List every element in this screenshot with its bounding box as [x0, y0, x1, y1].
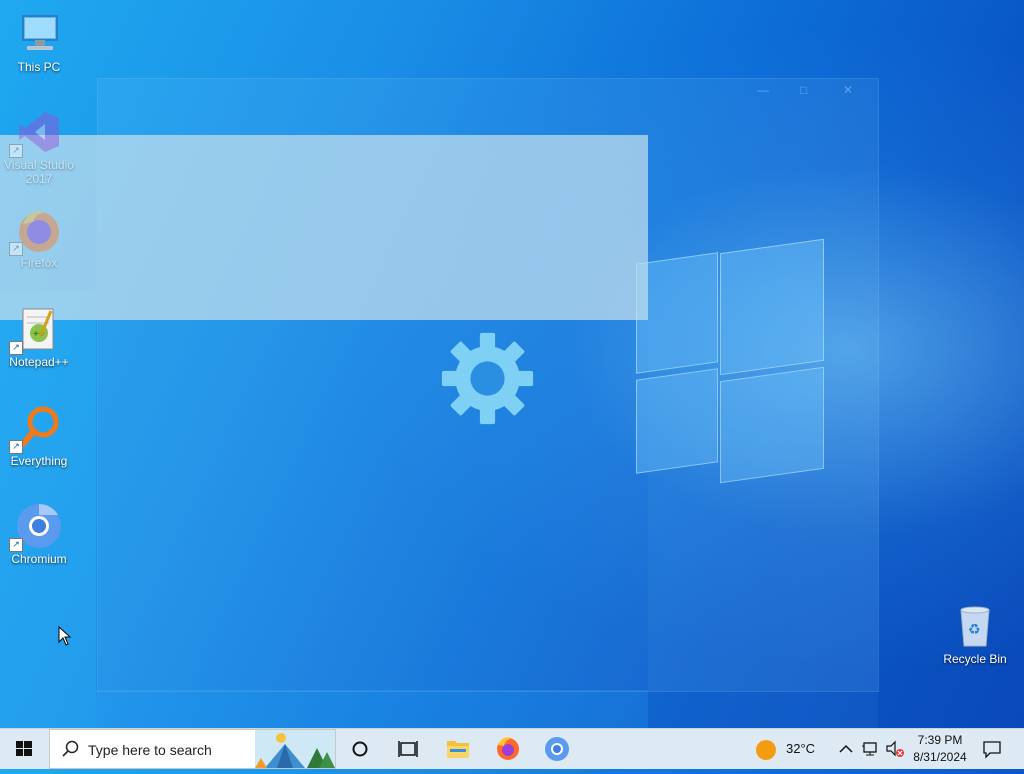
chevron-up-icon[interactable] — [838, 741, 854, 757]
taskbar-search-box[interactable]: Type here to search — [49, 729, 336, 769]
firefox-taskbar-button[interactable] — [484, 729, 532, 769]
desktop-icon-firefox[interactable]: ↗ Firefox — [1, 206, 77, 270]
chromium-icon — [545, 737, 569, 761]
weather-sun-icon[interactable] — [755, 739, 777, 761]
file-explorer-button[interactable] — [434, 729, 482, 769]
search-icon — [62, 740, 79, 757]
weather-temperature[interactable]: 32°C — [786, 741, 815, 756]
this-pc-icon — [22, 15, 58, 50]
shortcut-arrow-icon: ↗ — [9, 144, 23, 158]
file-explorer-icon — [447, 741, 469, 758]
windows-start-icon — [16, 741, 32, 756]
desktop-icon-label: This PC — [17, 60, 61, 74]
desktop-icon-recycle-bin[interactable]: ♻ Recycle Bin — [937, 602, 1013, 666]
task-view-button[interactable] — [384, 729, 432, 769]
start-button[interactable] — [0, 729, 48, 769]
settings-gear-icon — [441, 332, 534, 425]
mouse-cursor-icon — [58, 626, 72, 646]
desktop-icon-label: Chromium — [11, 552, 67, 566]
task-view-icon — [398, 741, 418, 757]
desktop-icon-chromium[interactable]: ↗ Chromium — [1, 502, 77, 566]
search-highlight-camping-icon — [255, 730, 335, 768]
clock-time: 7:39 PM — [917, 733, 963, 747]
cortana-button[interactable] — [336, 729, 384, 769]
ghost-overlay-bottom — [96, 690, 648, 728]
ghost-window-controls: — □ ✕ — [757, 83, 854, 97]
shortcut-arrow-icon: ↗ — [9, 538, 23, 552]
shortcut-arrow-icon: ↗ — [9, 242, 23, 256]
cortana-icon — [352, 741, 368, 757]
shortcut-arrow-icon: ↗ — [9, 341, 23, 355]
desktop-icon-notepadpp[interactable]: ++ ↗ Notepad++ — [1, 305, 77, 369]
firefox-icon — [497, 737, 519, 760]
desktop-icon-visual-studio[interactable]: ↗ Visual Studio 2017 — [1, 108, 77, 186]
desktop-icon-this-pc[interactable]: This PC — [1, 10, 77, 74]
splash-panel — [0, 135, 648, 320]
recycle-bin-icon: ♻ — [960, 606, 990, 647]
desktop-icon-label: Everything — [10, 454, 68, 468]
desktop-icon-label: Visual Studio 2017 — [4, 158, 74, 186]
shortcut-arrow-icon: ↗ — [9, 440, 23, 454]
desktop-icon-label: Firefox — [20, 256, 58, 270]
desktop-icon-label: Recycle Bin — [943, 652, 1007, 666]
chromium-taskbar-button[interactable] — [533, 729, 581, 769]
desktop-icon-everything[interactable]: ↗ Everything — [1, 404, 77, 468]
svg-text:♻: ♻ — [968, 622, 981, 638]
desktop-icon-label: Notepad++ — [9, 355, 69, 369]
clock[interactable]: 7:39 PM 8/31/2024 — [900, 732, 980, 766]
network-icon[interactable] — [862, 740, 880, 758]
taskbar: Type here to search 32°C 7:39 PM 8/31/20… — [0, 728, 1024, 769]
search-placeholder: Type here to search — [88, 742, 212, 758]
action-center-icon[interactable] — [982, 739, 1002, 759]
clock-date: 8/31/2024 — [913, 750, 967, 764]
